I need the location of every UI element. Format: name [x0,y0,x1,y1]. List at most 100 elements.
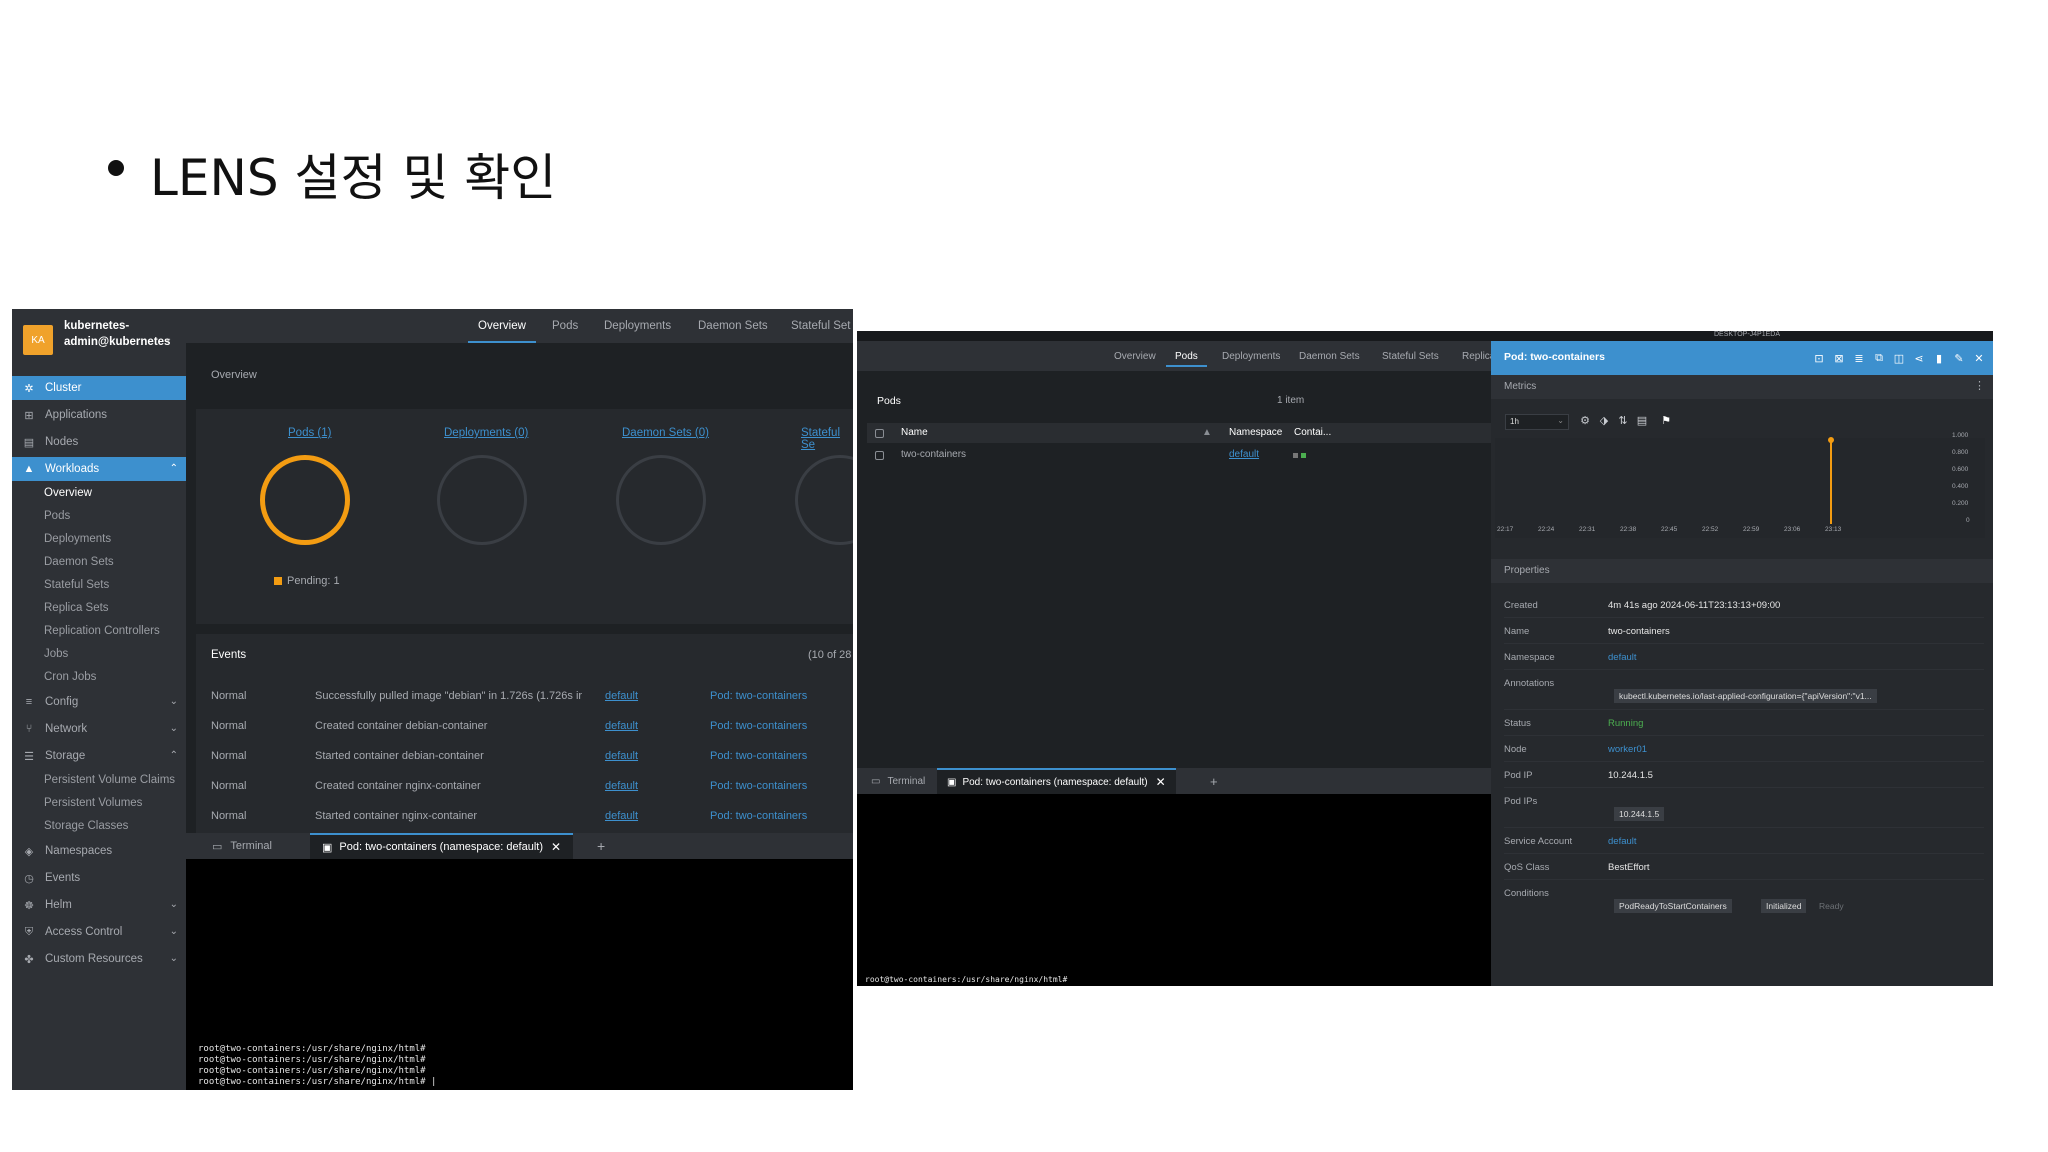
edit-icon[interactable]: ✎ [1951,350,1967,366]
sidebar-item-applications[interactable]: ⊞ Applications [12,403,186,427]
sidebar-item-namespaces[interactable]: ◈ Namespaces [12,839,186,863]
add-terminal-button[interactable]: + [597,833,605,859]
sidebar-item-helm[interactable]: ☸ Helm ⌄ [12,893,186,917]
add-terminal-button[interactable]: + [1210,768,1218,794]
tab-daemon-sets[interactable]: Daemon Sets [698,309,768,343]
tab-stateful-sets[interactable]: Stateful Sets [1382,341,1439,371]
chevron-up-icon: ⌃ [169,463,178,474]
lens-cluster-overview-screenshot: KA kubernetes-admin@kubernetes ⌄ ✲ Cluste… [12,309,853,1090]
sidebar-item-cluster[interactable]: ✲ Cluster [12,376,186,400]
shell-icon[interactable]: ⊠ [1831,350,1847,366]
y-tick: 0.800 [1952,449,1969,456]
terminal-output[interactable] [857,794,1491,986]
column-containers[interactable]: Contai... [1294,427,1331,438]
sidebar-item-custom-resources[interactable]: ✤ Custom Resources ⌄ [12,947,186,971]
sidebar-item-pods[interactable]: Pods [12,504,186,528]
sidebar-item-storage[interactable]: ☰ Storage ⌃ [12,744,186,768]
table-row: Normal Created container nginx-container… [211,780,808,792]
flag-icon[interactable]: ⚑ [1659,413,1673,427]
x-tick: 22:52 [1702,526,1719,533]
table-row: Normal Started container debian-containe… [211,750,808,762]
daemon-sets-card-link[interactable]: Daemon Sets (0) [622,427,709,439]
sidebar-item-workloads[interactable]: ▲ Workloads ⌃ [12,457,186,481]
more-options-icon[interactable]: ⋮ [1974,379,1985,392]
condition-badge: PodReadyToStartContainers [1614,899,1732,913]
close-icon[interactable]: ✕ [551,840,561,854]
sidebar-item-deployments[interactable]: Deployments [12,527,186,551]
tab-overview[interactable]: Overview [468,309,536,343]
container-status-green [1301,453,1306,458]
chevron-down-icon: ⌄ [169,899,178,910]
sidebar-item-daemon-sets[interactable]: Daemon Sets [12,550,186,574]
tab-deployments[interactable]: Deployments [1222,341,1280,371]
sidebar-item-config[interactable]: ≡ Config ⌄ [12,690,186,714]
close-icon[interactable]: ✕ [1156,775,1166,789]
attach-pod-icon[interactable]: ⧉ [1871,350,1887,366]
y-tick: 0.600 [1952,466,1969,473]
grid-icon: ⊞ [24,409,34,422]
tab-overview[interactable]: Overview [1114,341,1156,371]
sidebar-item-jobs[interactable]: Jobs [12,642,186,666]
logs-icon[interactable]: ≣ [1851,350,1867,366]
select-all-checkbox[interactable] [875,429,884,438]
pod-shell-tab[interactable]: ▣ Pod: two-containers (namespace: default… [310,833,574,859]
x-tick: 23:06 [1784,526,1801,533]
annotation-badge[interactable]: kubectl.kubernetes.io/last-applied-confi… [1614,689,1877,703]
sidebar-item-pv[interactable]: Persistent Volumes [12,791,186,815]
tab-daemon-sets[interactable]: Daemon Sets [1299,341,1360,371]
metrics-chart [1495,438,1985,538]
pods-card-link[interactable]: Pods (1) [288,427,331,439]
deployments-card-link[interactable]: Deployments (0) [444,427,528,439]
sidebar-item-events[interactable]: ◷ Events [12,866,186,890]
delete-icon[interactable]: ▮ [1931,350,1947,366]
sidebar-item-overview[interactable]: Overview [12,481,186,505]
table-row: Normal Created container debian-containe… [211,720,808,732]
pod-ip-badge: 10.244.1.5 [1614,807,1665,821]
close-icon[interactable]: ✕ [1971,350,1987,366]
tab-deployments[interactable]: Deployments [604,309,671,343]
pod-name[interactable]: two-containers [901,449,966,460]
cpu-icon[interactable]: ⚙ [1578,413,1592,427]
sidebar-item-access-control[interactable]: ⛨ Access Control ⌄ [12,920,186,944]
sidebar-item-stateful-sets[interactable]: Stateful Sets [12,573,186,597]
table-row[interactable]: two-containers default [867,445,1491,465]
column-namespace[interactable]: Namespace [1229,427,1282,438]
column-name[interactable]: Name [901,427,928,438]
sidebar-item-storage-classes[interactable]: Storage Classes [12,814,186,838]
sidebar-item-nodes[interactable]: ▤ Nodes [12,430,186,454]
filesystem-icon[interactable]: ▤ [1635,413,1649,427]
network-icon[interactable]: ⇅ [1616,413,1630,427]
drawer-header: Pod: two-containers ⊡ ⊠ ≣ ⧉ ◫ ⋖ ▮ ✎ ✕ [1491,341,1993,375]
sidebar-item-replication-controllers[interactable]: Replication Controllers [12,619,186,643]
pod-namespace-link[interactable]: default [1229,449,1259,460]
list-icon: ≡ [25,696,33,708]
chevron-down-icon[interactable]: ⌄ [164,333,172,344]
helm-icon: ☸ [24,899,34,912]
pod-shell-tab[interactable]: ▣ Pod: two-containers (namespace: default… [937,768,1176,794]
table-row: Normal Started container nginx-container… [211,810,808,822]
cluster-header[interactable]: KA kubernetes-admin@kubernetes ⌄ [12,309,186,375]
row-checkbox[interactable] [875,451,884,460]
tab-stateful-sets[interactable]: Stateful Set [791,309,850,343]
memory-icon[interactable]: ⬗ [1597,413,1611,427]
stateful-sets-card-link[interactable]: Stateful Se [801,427,853,451]
chevron-up-icon: ⌃ [169,750,178,761]
overview-heading: Overview [211,369,257,381]
metrics-range-select[interactable]: 1h ⌄ [1505,414,1569,430]
terminal-tab[interactable]: ▭ Terminal [871,768,925,794]
attach-icon[interactable]: ⊡ [1811,350,1827,366]
slide-title: LENS 설정 및 확인 [108,138,556,210]
sidebar-item-pvc[interactable]: Persistent Volume Claims [12,768,186,792]
sidebar-item-cron-jobs[interactable]: Cron Jobs [12,665,186,689]
x-tick: 22:38 [1620,526,1637,533]
metrics-section: Metrics ⋮ [1491,375,1993,399]
sidebar-item-replica-sets[interactable]: Replica Sets [12,596,186,620]
tab-pods[interactable]: Pods [1166,341,1207,371]
share-icon[interactable]: ⋖ [1911,350,1927,366]
tab-pods[interactable]: Pods [552,309,578,343]
cluster-name: kubernetes-admin@kubernetes [64,320,171,348]
terminal-tab[interactable]: ▭ Terminal [212,833,272,859]
port-forward-icon[interactable]: ◫ [1891,350,1907,366]
sidebar-item-network[interactable]: ⑂ Network ⌄ [12,717,186,741]
cluster-avatar: KA [23,325,53,355]
